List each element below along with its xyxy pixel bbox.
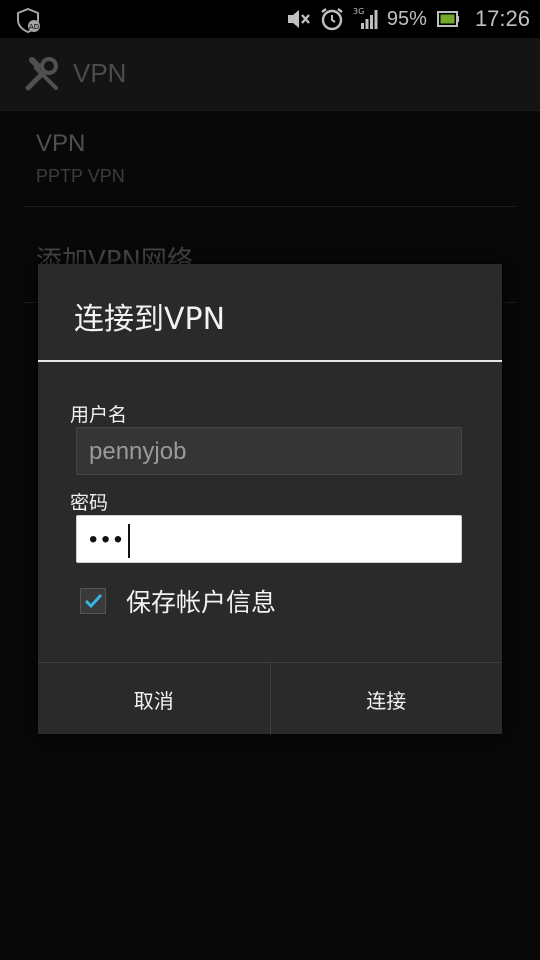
password-value: ••• <box>89 526 127 553</box>
connect-vpn-dialog: 连接到VPN 用户名 pennyjob 密码 ••• 保存帐户信息 取消 连接 <box>38 264 502 735</box>
password-label: 密码 <box>70 492 109 514</box>
save-account-label: 保存帐户信息 <box>126 588 277 617</box>
dialog-title-divider <box>38 360 502 362</box>
text-cursor <box>128 523 131 558</box>
username-field[interactable]: pennyjob <box>76 427 462 475</box>
username-label: 用户名 <box>70 404 128 426</box>
password-field[interactable]: ••• <box>76 515 462 563</box>
dialog-button-bar: 取消 连接 <box>38 662 502 735</box>
dialog-title: 连接到VPN <box>74 302 226 337</box>
save-account-checkbox[interactable] <box>80 588 106 614</box>
save-account-row[interactable]: 保存帐户信息 <box>80 584 276 618</box>
username-value: pennyjob <box>89 438 187 465</box>
checkmark-icon <box>84 593 103 609</box>
cancel-button[interactable]: 取消 <box>38 663 271 735</box>
connect-button[interactable]: 连接 <box>271 663 503 735</box>
